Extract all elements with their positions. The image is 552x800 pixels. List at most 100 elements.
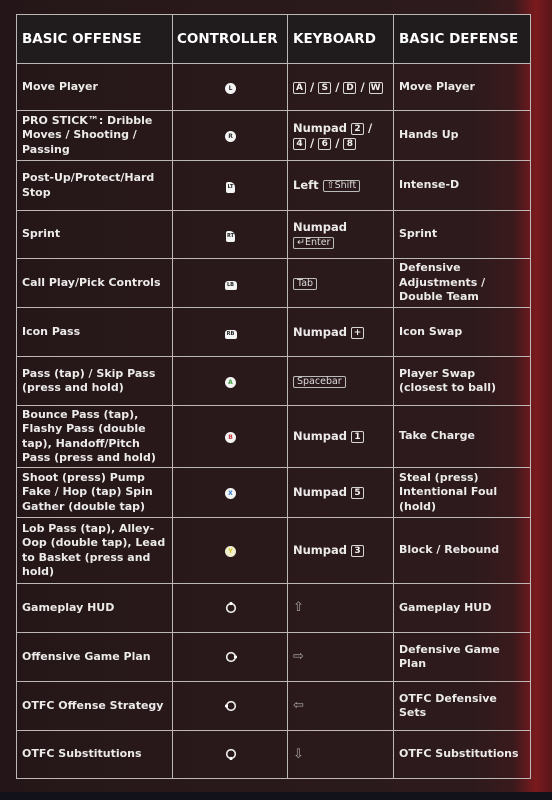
keyboard-input: Numpad + [287, 307, 394, 357]
right-trigger-icon: RT [226, 231, 235, 242]
controller-input [172, 681, 288, 731]
right-bumper-icon: RB [224, 329, 237, 339]
table-row: Icon Pass RB Numpad + Icon Swap [16, 307, 531, 357]
key-cap: 4 [293, 137, 306, 150]
offense-action: Pass (tap) / Skip Pass (press and hold) [16, 356, 173, 406]
defense-action: Defensive Game Plan [393, 632, 531, 682]
defense-action: Hands Up [393, 110, 531, 161]
controller-input [172, 730, 288, 779]
arrow-left-icon: ⇦ [293, 698, 304, 714]
keyboard-input: A / S / D / W [287, 63, 394, 111]
key-cap: 5 [351, 487, 365, 500]
separator: / [306, 135, 319, 150]
key-cap: + [351, 326, 365, 339]
header-basic-defense: BASIC DEFENSE [393, 14, 531, 64]
key-cap: 1 [351, 431, 365, 444]
controls-table: BASIC OFFENSE CONTROLLER KEYBOARD BASIC … [16, 14, 531, 779]
defense-action: Steal (press) Intentional Foul (hold) [393, 467, 531, 518]
offense-action: Bounce Pass (tap), Flashy Pass (double t… [16, 405, 173, 468]
key-cap: 2 [351, 123, 365, 135]
left-trigger-icon: LT [226, 182, 235, 193]
separator: / [331, 79, 344, 94]
key-cap: 8 [343, 137, 357, 150]
header-basic-offense: BASIC OFFENSE [16, 14, 173, 64]
table-row: OTFC Substitutions ⇩ OTFC Substitutions [16, 730, 531, 779]
controller-input: X [172, 467, 288, 518]
offense-action: Post-Up/Protect/Hard Stop [16, 160, 173, 211]
dpad-down-icon [225, 749, 236, 761]
table-row: Shoot (press) Pump Fake / Hop (tap) Spin… [16, 467, 531, 518]
table-row: Call Play/Pick Controls LB Tab Defensive Ad… [16, 258, 531, 308]
defense-action: Icon Swap [393, 307, 531, 357]
defense-action: Defensive Adjustments / Double Team [393, 258, 531, 308]
key-prefix: Numpad [293, 121, 348, 135]
dpad-right-icon [225, 651, 237, 662]
keyboard-input: ⇩ [287, 730, 394, 779]
defense-action: OTFC Defensive Sets [393, 681, 531, 731]
keyboard-input: Tab [287, 258, 394, 308]
defense-action: OTFC Substitutions [393, 730, 531, 779]
offense-action: Sprint [16, 210, 173, 259]
b-button-icon: B [225, 432, 236, 444]
keyboard-input: ⇨ [287, 632, 394, 682]
keyboard-input: ⇦ [287, 681, 394, 731]
y-button-icon: Y [225, 546, 236, 558]
key-cap: ↵Enter [293, 236, 335, 249]
table-row: Post-Up/Protect/Hard Stop LT Left ⇧Shift In… [16, 160, 531, 211]
controller-input: LT [172, 160, 288, 211]
offense-action: Offensive Game Plan [16, 632, 173, 682]
controller-input [172, 583, 288, 633]
key-prefix: Numpad [293, 220, 348, 234]
table-row: OTFC Offense Strategy ⇦ OTFC Defensive Set… [16, 681, 531, 731]
defense-action: Intense-D [393, 160, 531, 211]
separator: / [331, 135, 344, 150]
left-bumper-icon: LB [224, 280, 237, 290]
defense-action: Block / Rebound [393, 517, 531, 584]
table-row: Pass (tap) / Skip Pass (press and hold) A… [16, 356, 531, 406]
dpad-up-icon [225, 601, 236, 613]
defense-action: Player Swap (closest to ball) [393, 356, 531, 406]
key-prefix: Numpad [293, 429, 348, 444]
key-cap: Spacebar [293, 375, 346, 388]
offense-action: Move Player [16, 63, 173, 111]
key-prefix: Numpad [293, 485, 348, 500]
controller-input: RT [172, 210, 288, 259]
keyboard-input: Spacebar [287, 356, 394, 406]
key-cap: D [343, 81, 357, 94]
offense-action: OTFC Offense Strategy [16, 681, 173, 731]
defense-action: Move Player [393, 63, 531, 111]
table-row: PRO STICK™: Dribble Moves / Shooting / P… [16, 110, 531, 161]
controller-input: LB [172, 258, 288, 308]
key-prefix: Left [293, 178, 319, 193]
offense-action: PRO STICK™: Dribble Moves / Shooting / P… [16, 110, 173, 161]
keyboard-input: Numpad 2 / 4 / 6 / 8 [287, 110, 394, 161]
offense-action: Call Play/Pick Controls [16, 258, 173, 308]
keyboard-input: ⇧ [287, 583, 394, 633]
controller-input [172, 632, 288, 682]
x-button-icon: X [225, 488, 236, 500]
keyboard-input: Numpad ↵Enter [287, 210, 394, 259]
defense-action: Gameplay HUD [393, 583, 531, 633]
key-cap: S [318, 81, 332, 94]
offense-action: Gameplay HUD [16, 583, 173, 633]
offense-action: Lob Pass (tap), Alley-Oop (double tap), … [16, 517, 173, 584]
arrow-down-icon: ⇩ [293, 746, 304, 762]
controller-input: Y [172, 517, 288, 584]
header-controller: CONTROLLER [172, 14, 288, 64]
key-prefix: Numpad [293, 543, 348, 558]
table-row: Bounce Pass (tap), Flashy Pass (double t… [16, 405, 531, 468]
offense-action: Icon Pass [16, 307, 173, 357]
separator: / [356, 79, 369, 94]
key-cap: 3 [351, 545, 365, 558]
key-cap: ⇧Shift [322, 180, 361, 193]
key-cap: A [293, 81, 306, 94]
defense-action: Sprint [393, 210, 531, 259]
separator: / [306, 79, 319, 94]
table-row: Offensive Game Plan ⇨ Defensive Game Plan [16, 632, 531, 682]
table-row: Move Player L A / S / D / W Move Player [16, 63, 531, 111]
key-cap: W [368, 81, 383, 94]
bottom-bar [0, 792, 552, 800]
left-stick-icon: L [225, 82, 236, 94]
keyboard-input: Left ⇧Shift [287, 160, 394, 211]
key-prefix: Numpad [293, 324, 348, 339]
